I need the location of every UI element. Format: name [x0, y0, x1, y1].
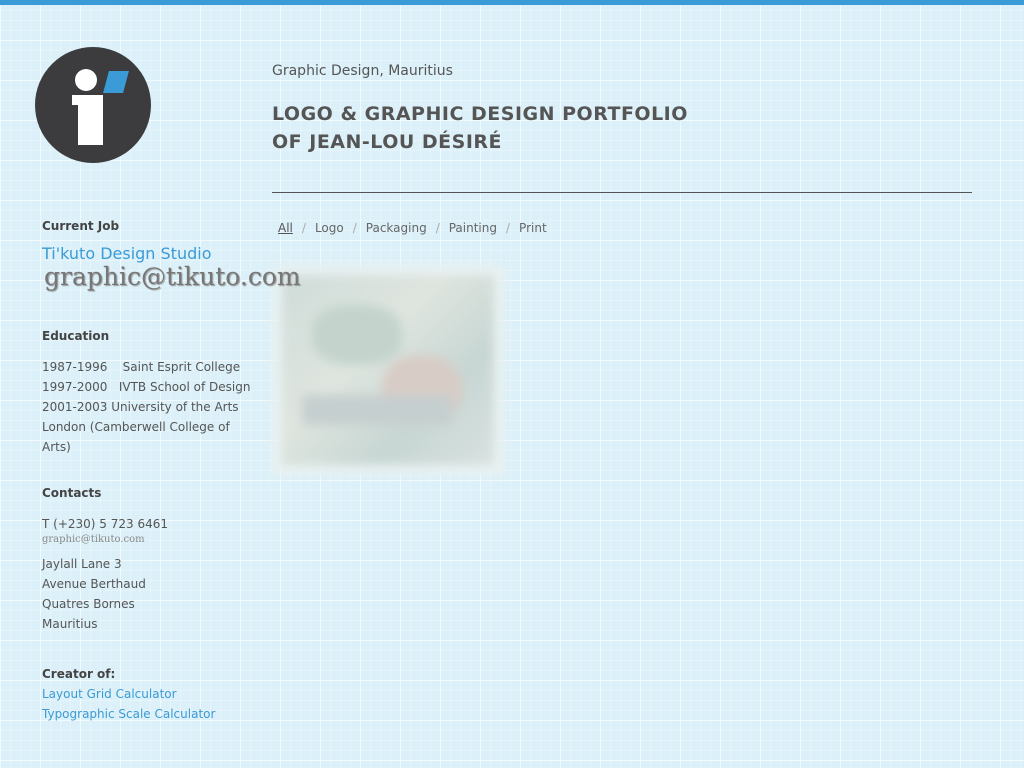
education-line: 2001-2003 University of the Arts — [42, 400, 239, 414]
layout-grid-calculator-link[interactable]: Layout Grid Calculator — [42, 687, 177, 701]
contact-address: Jaylall Lane 3 Avenue Berthaud Quatres B… — [42, 554, 146, 634]
filter-separator: / — [506, 221, 511, 235]
contacts-heading: Contacts — [42, 486, 102, 500]
filter-separator: / — [301, 221, 306, 235]
email-image-large: graphic@tikuto.com — [44, 262, 301, 291]
page-title: LOGO & GRAPHIC DESIGN PORTFOLIO OF JEAN-… — [272, 100, 688, 156]
filter-separator: / — [352, 221, 357, 235]
page-title-line-2: OF JEAN-LOU DÉSIRÉ — [272, 131, 503, 153]
portfolio-filter-nav: All / Logo / Packaging / Painting / Print — [278, 221, 547, 235]
page-title-line-1: LOGO & GRAPHIC DESIGN PORTFOLIO — [272, 103, 688, 125]
email-image-small: graphic@tikuto.com — [42, 534, 145, 545]
education-line: 1997-2000 IVTB School of Design — [42, 380, 251, 394]
address-line: Avenue Berthaud — [42, 577, 146, 591]
address-line: Jaylall Lane 3 — [42, 557, 122, 571]
address-line: Mauritius — [42, 617, 98, 631]
filter-print[interactable]: Print — [519, 221, 547, 235]
creator-heading: Creator of: — [42, 667, 116, 681]
contact-phone: T (+230) 5 723 6461 — [42, 517, 168, 531]
education-line: 1987-1996 Saint Esprit College — [42, 360, 241, 374]
education-line: London (Camberwell College of — [42, 420, 230, 434]
filter-packaging[interactable]: Packaging — [366, 221, 427, 235]
current-job-link[interactable]: Ti'kuto Design Studio — [42, 244, 211, 263]
current-job-heading: Current Job — [42, 219, 120, 233]
header-divider — [272, 192, 972, 193]
filter-logo[interactable]: Logo — [315, 221, 344, 235]
top-accent-bar — [0, 0, 1024, 5]
education-list: 1987-1996 Saint Esprit College 1997-2000… — [42, 357, 250, 457]
filter-all[interactable]: All — [278, 221, 293, 235]
address-line: Quatres Bornes — [42, 597, 135, 611]
info-i-logo-icon[interactable] — [35, 47, 151, 163]
filter-separator: / — [435, 221, 440, 235]
typographic-scale-calculator-link[interactable]: Typographic Scale Calculator — [42, 707, 215, 721]
site-subtitle: Graphic Design, Mauritius — [272, 63, 453, 79]
portfolio-thumbnail[interactable] — [272, 265, 504, 475]
education-line: Arts) — [42, 440, 71, 454]
education-heading: Education — [42, 329, 110, 343]
filter-painting[interactable]: Painting — [449, 221, 497, 235]
